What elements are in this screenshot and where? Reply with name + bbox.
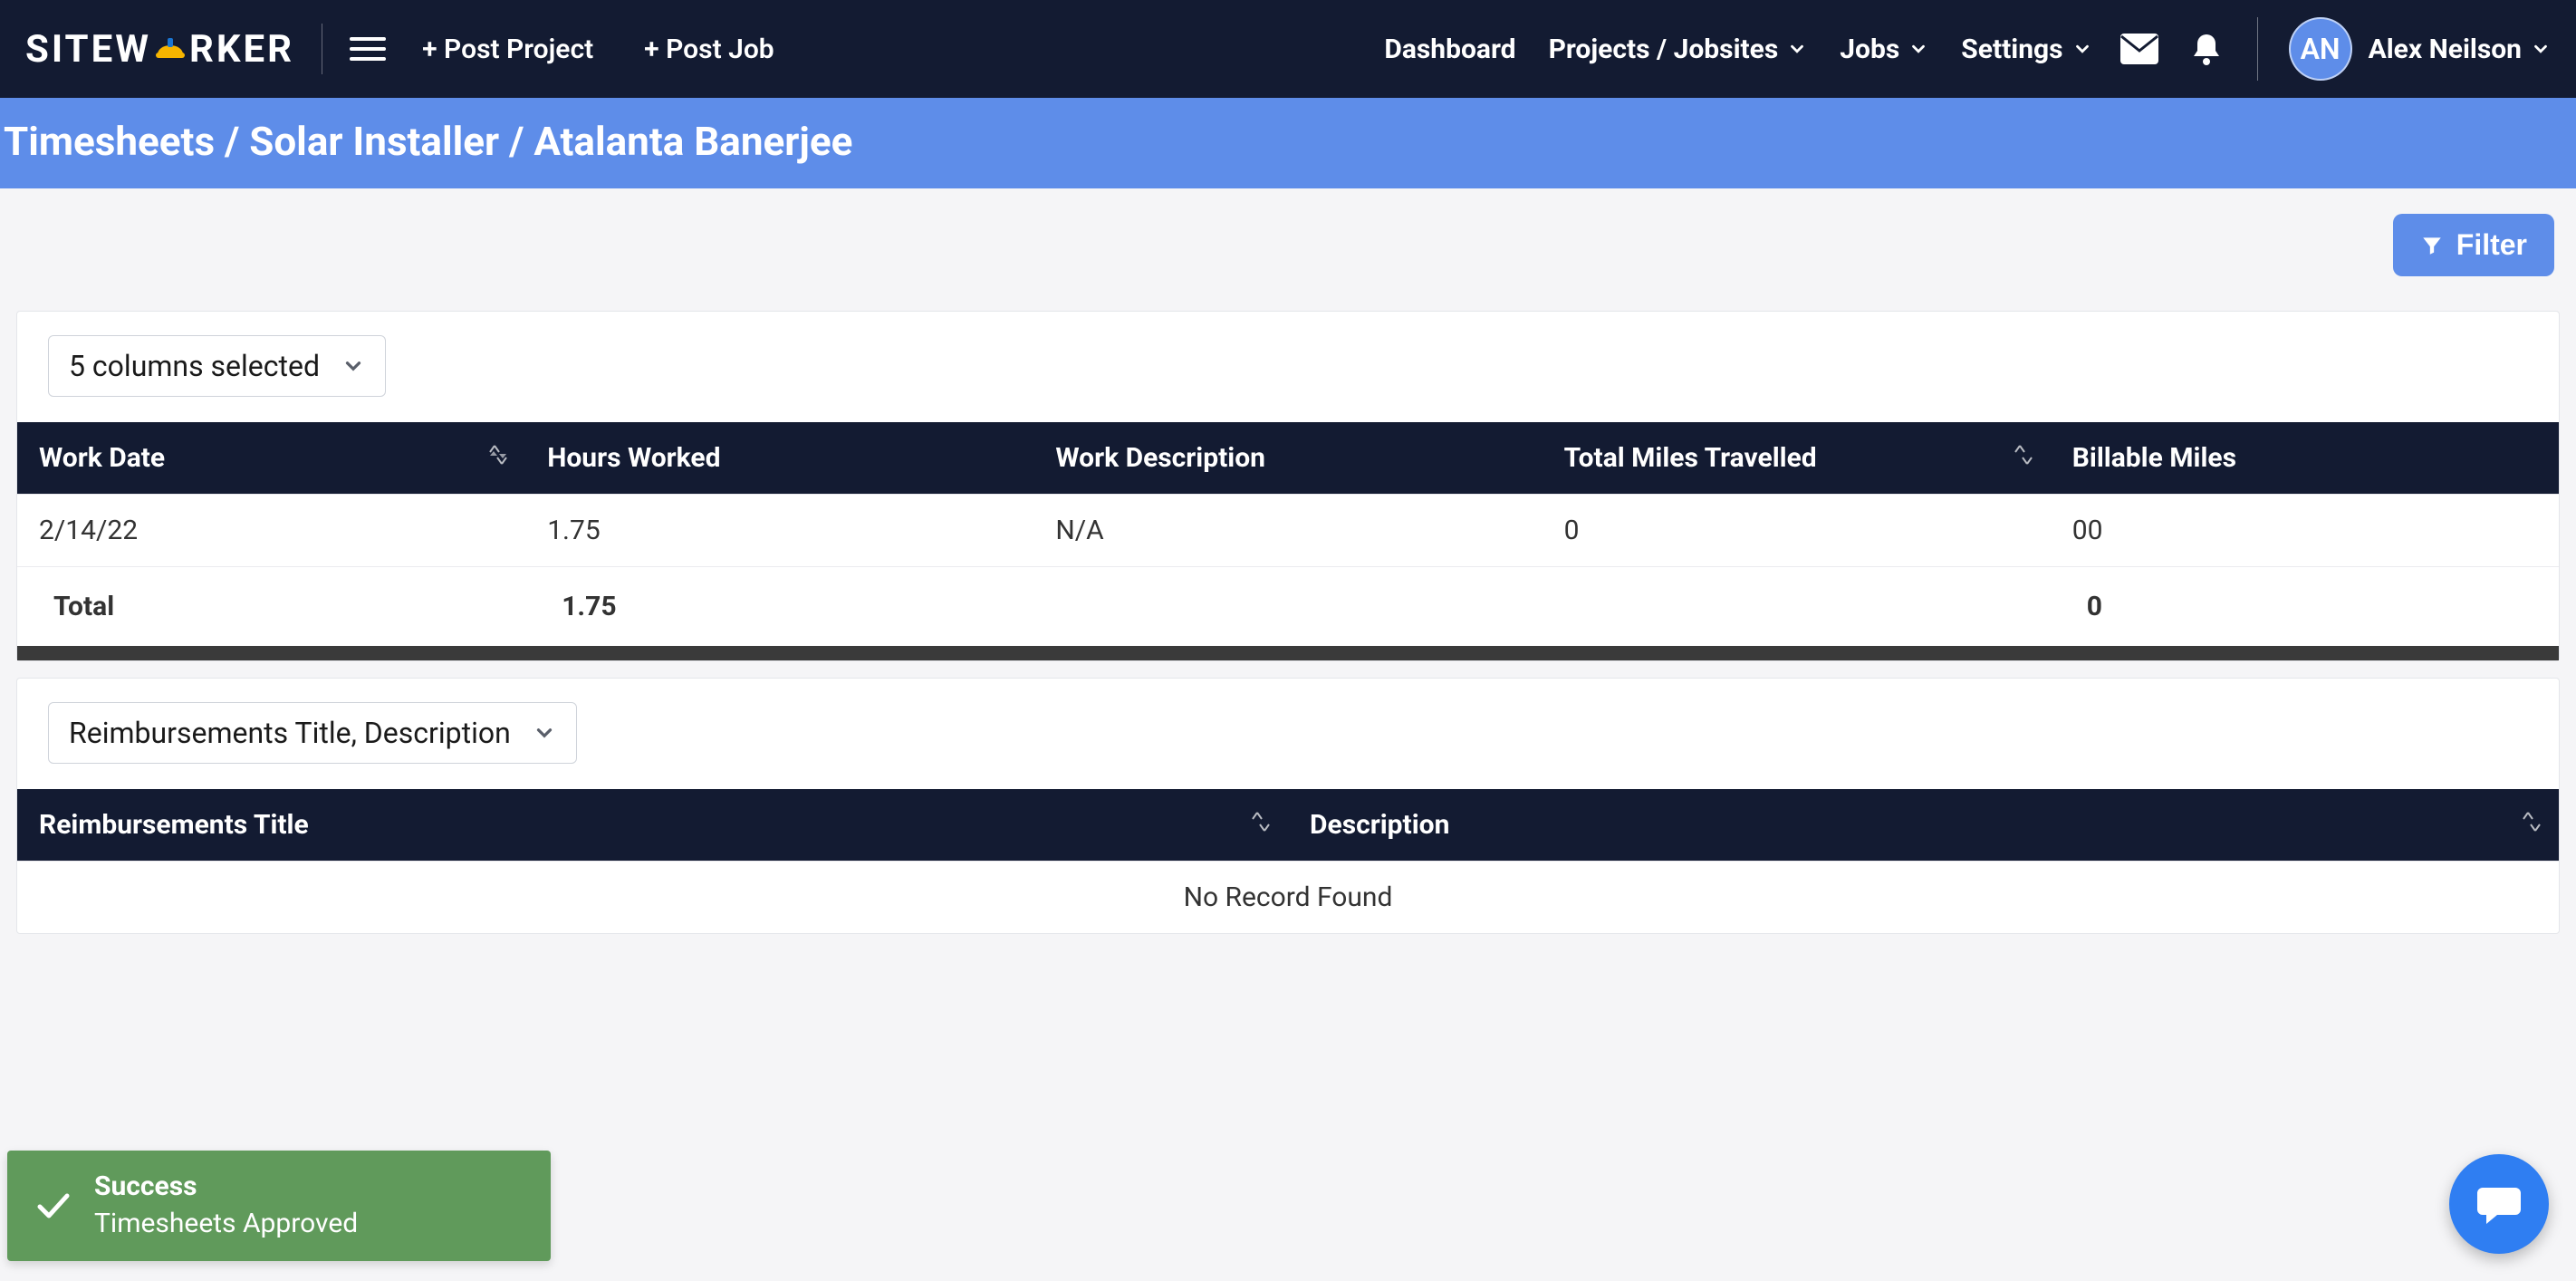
avatar-initials: AN bbox=[2301, 32, 2341, 66]
reimbursements-panel: Reimbursements Title, Description Reimbu… bbox=[16, 678, 2560, 934]
post-job-link[interactable]: + Post Job bbox=[644, 34, 774, 65]
col-work-date[interactable]: Work Date bbox=[17, 422, 525, 495]
totals-hours: 1.75 bbox=[525, 567, 1033, 647]
col-label: Hours Worked bbox=[547, 442, 720, 474]
check-icon bbox=[33, 1185, 72, 1225]
separator bbox=[2257, 17, 2258, 81]
col-reimb-title[interactable]: Reimbursements Title bbox=[17, 789, 1288, 862]
brand-text-right: RKER bbox=[189, 27, 294, 72]
table-empty-row: No Record Found bbox=[17, 862, 2559, 934]
chat-icon bbox=[2474, 1179, 2524, 1229]
cell-work-description: N/A bbox=[1033, 495, 1542, 567]
mail-icon[interactable] bbox=[2119, 29, 2159, 69]
nav-dashboard[interactable]: Dashboard bbox=[1384, 34, 1515, 65]
filter-row: Filter bbox=[0, 188, 2576, 294]
col-total-miles[interactable]: Total Miles Travelled bbox=[1543, 422, 2051, 495]
breadcrumb: Timesheets / Solar Installer / Atalanta … bbox=[0, 98, 2576, 188]
col-label: Reimbursements Title bbox=[39, 809, 309, 841]
table-scroll-track[interactable] bbox=[17, 646, 2559, 660]
hardhat-icon bbox=[152, 31, 188, 67]
brand-text-left: SITEW bbox=[25, 27, 151, 72]
col-billable-miles[interactable]: Billable Miles bbox=[2051, 422, 2559, 495]
sort-icon bbox=[2013, 442, 2034, 475]
chevron-down-icon bbox=[341, 354, 365, 378]
funnel-icon bbox=[2420, 234, 2444, 257]
nav-jobs-label: Jobs bbox=[1840, 34, 1899, 65]
avatar[interactable]: AN bbox=[2289, 17, 2352, 81]
post-project-link[interactable]: + Post Project bbox=[422, 34, 593, 65]
bell-icon[interactable] bbox=[2187, 29, 2226, 69]
chevron-down-icon bbox=[2531, 39, 2551, 59]
nav-projects-label: Projects / Jobsites bbox=[1549, 34, 1779, 65]
col-label: Billable Miles bbox=[2072, 442, 2236, 474]
col-label: Description bbox=[1310, 809, 1449, 841]
col-reimb-description[interactable]: Description bbox=[1288, 789, 2559, 862]
reimbursements-table: Reimbursements Title Description No Reco… bbox=[17, 789, 2559, 933]
cell-hours-worked: 1.75 bbox=[525, 495, 1033, 567]
chevron-down-icon bbox=[1908, 39, 1928, 59]
sort-icon bbox=[2521, 809, 2542, 842]
reimbursement-columns-select[interactable]: Reimbursements Title, Description bbox=[48, 702, 577, 764]
cell-work-date: 2/14/22 bbox=[17, 495, 525, 567]
cell-total-miles: 0 bbox=[1543, 495, 2051, 567]
user-name-label: Alex Neilson bbox=[2369, 34, 2522, 65]
top-nav: SITEW RKER + Post Project + Post Job Das… bbox=[0, 0, 2576, 98]
columns-select[interactable]: 5 columns selected bbox=[48, 335, 386, 397]
sort-icon bbox=[1250, 809, 1272, 842]
chevron-down-icon bbox=[1787, 39, 1807, 59]
user-menu[interactable]: Alex Neilson bbox=[2369, 34, 2551, 65]
chevron-down-icon bbox=[2072, 39, 2092, 59]
success-toast[interactable]: Success Timesheets Approved bbox=[7, 1151, 551, 1261]
col-label: Work Date bbox=[39, 442, 165, 474]
totals-label: Total bbox=[17, 567, 525, 647]
nav-jobs[interactable]: Jobs bbox=[1840, 34, 1928, 65]
cell-billable-miles: 00 bbox=[2051, 495, 2559, 567]
columns-select-label: 5 columns selected bbox=[69, 349, 320, 383]
reimb-select-label: Reimbursements Title, Description bbox=[69, 716, 511, 750]
timesheet-panel: 5 columns selected Work Date Hours Worke… bbox=[16, 311, 2560, 661]
menu-icon[interactable] bbox=[350, 31, 386, 67]
table-row: 2/14/22 1.75 N/A 0 00 bbox=[17, 495, 2559, 567]
col-hours-worked[interactable]: Hours Worked bbox=[525, 422, 1033, 495]
empty-message: No Record Found bbox=[17, 862, 2559, 934]
nav-projects[interactable]: Projects / Jobsites bbox=[1549, 34, 1808, 65]
nav-settings[interactable]: Settings bbox=[1961, 34, 2091, 65]
totals-billable: 0 bbox=[2051, 567, 2559, 647]
col-label: Work Description bbox=[1055, 442, 1265, 474]
chevron-down-icon bbox=[533, 721, 556, 745]
filter-button[interactable]: Filter bbox=[2393, 214, 2554, 276]
toast-message: Timesheets Approved bbox=[94, 1208, 358, 1239]
chat-button[interactable] bbox=[2449, 1154, 2549, 1254]
filter-label: Filter bbox=[2456, 228, 2527, 262]
col-label: Total Miles Travelled bbox=[1564, 442, 1817, 474]
timesheet-table: Work Date Hours Worked Work Description … bbox=[17, 422, 2559, 646]
toast-title: Success bbox=[94, 1170, 358, 1202]
table-totals-row: Total 1.75 0 bbox=[17, 567, 2559, 647]
nav-dashboard-label: Dashboard bbox=[1384, 34, 1515, 65]
brand-logo[interactable]: SITEW RKER bbox=[25, 27, 294, 72]
sort-icon bbox=[487, 442, 509, 475]
nav-settings-label: Settings bbox=[1961, 34, 2062, 65]
col-work-description[interactable]: Work Description bbox=[1033, 422, 1542, 495]
